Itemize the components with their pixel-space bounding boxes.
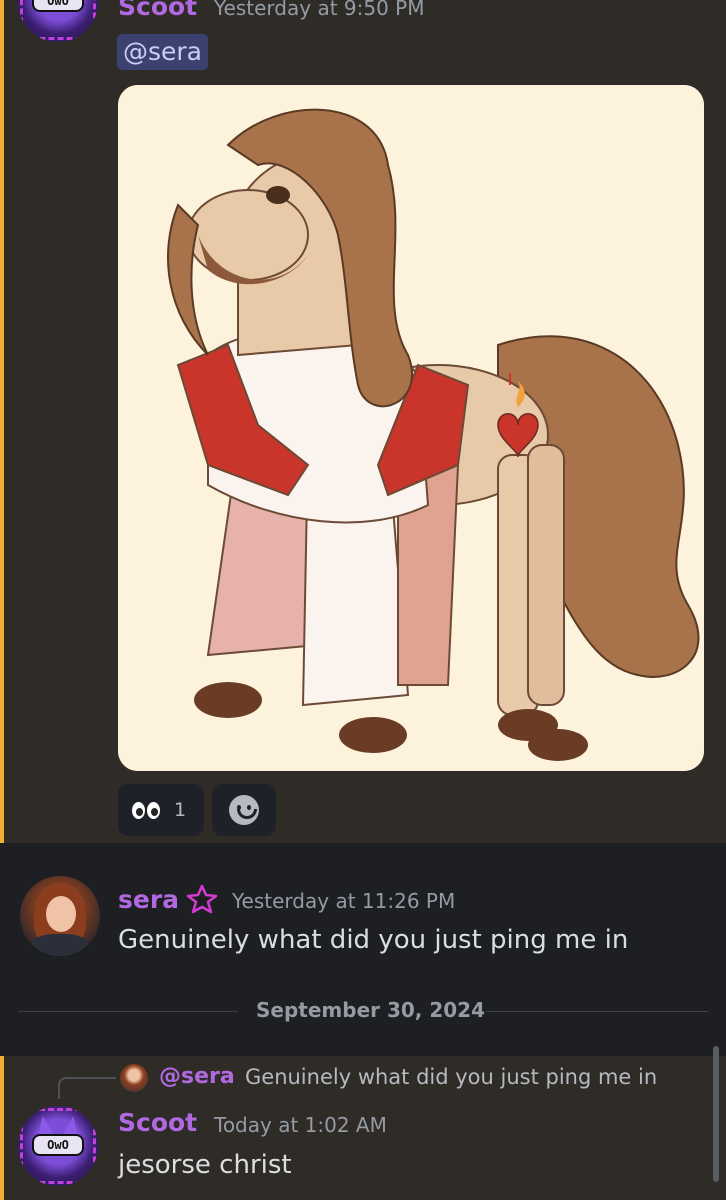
divider-line-left [18,1011,238,1012]
reaction-eyes[interactable]: 1 [118,784,204,836]
avatar-face: OwO [32,0,84,12]
chat-log: OwO Scoot Yesterday at 9:50 PM @sera 1 s… [0,0,726,1200]
date-divider: September 30, 2024 [256,998,486,1022]
scrollbar[interactable] [713,1046,719,1182]
reply-spine [58,1077,116,1099]
avatar-face [46,896,76,932]
smile-icon [229,795,259,825]
message-text: jesorse christ [118,1150,292,1180]
add-reaction-button[interactable] [212,784,276,836]
scoot-avatar[interactable]: OwO [18,1106,98,1186]
divider-line-right [486,1011,708,1012]
message-timestamp: Today at 1:02 AM [214,1113,387,1137]
username[interactable]: Scoot [118,1108,197,1137]
pony-illustration [118,85,704,771]
message-timestamp: Yesterday at 9:50 PM [214,0,425,20]
avatar-body [30,934,90,956]
star-icon [186,884,218,914]
username[interactable]: Scoot [118,0,197,21]
message-text: Genuinely what did you just ping me in [118,925,629,955]
username[interactable]: sera [118,885,179,914]
image-attachment[interactable] [118,85,704,771]
replied-user-avatar[interactable] [120,1064,148,1092]
user-mention[interactable]: @sera [117,34,209,70]
reaction-count: 1 [174,799,187,821]
eye-left [132,801,145,819]
message-timestamp: Yesterday at 11:26 PM [232,889,456,913]
eyes-icon [132,801,160,819]
eye-right [147,801,160,819]
replied-message-preview[interactable]: Genuinely what did you just ping me in [245,1065,657,1089]
avatar-face: OwO [32,1134,84,1156]
sera-avatar[interactable] [20,876,100,956]
scoot-avatar[interactable]: OwO [18,0,98,42]
replied-user-name[interactable]: @sera [159,1064,235,1089]
